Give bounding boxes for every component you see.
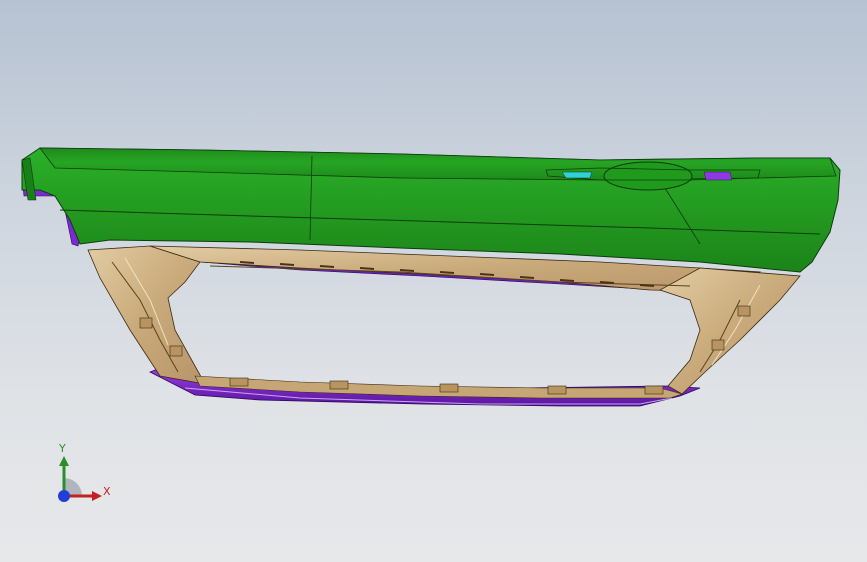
graphics-viewport[interactable]: Y X (0, 0, 867, 562)
coordinate-triad (58, 456, 102, 502)
door-model-3d[interactable] (0, 0, 867, 562)
x-axis-arrowhead (92, 491, 102, 501)
triad-x-label: X (103, 485, 111, 498)
triad-y-label: Y (59, 442, 66, 455)
y-axis-arrowhead (59, 456, 69, 466)
door-inner-frame[interactable] (87, 245, 801, 399)
z-axis-dot (58, 490, 70, 502)
